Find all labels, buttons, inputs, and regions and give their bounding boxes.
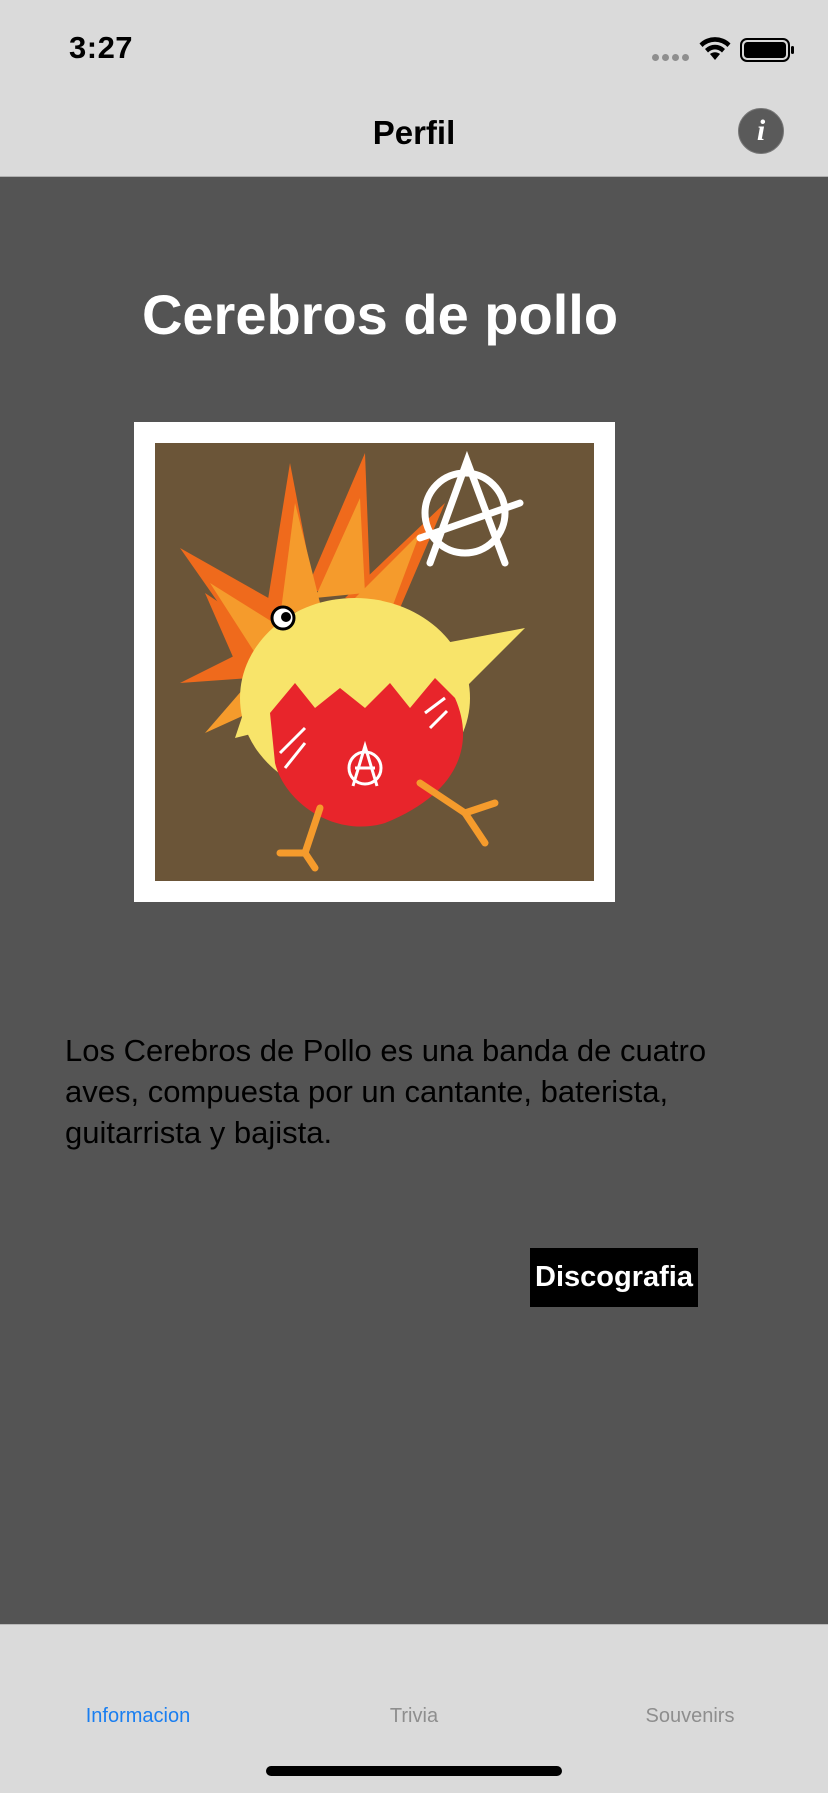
band-title: Cerebros de pollo: [141, 283, 619, 346]
band-logo-image: [134, 422, 615, 902]
status-bar: 3:27: [0, 0, 828, 88]
tab-informacion[interactable]: Informacion: [0, 1705, 276, 1728]
info-icon: i: [756, 114, 766, 147]
tab-souvenirs[interactable]: Souvenirs: [552, 1705, 828, 1728]
battery-icon: [740, 38, 794, 62]
chick-illustration: [155, 443, 594, 881]
navigation-bar: Perfil i: [0, 88, 828, 177]
status-time: 3:27: [69, 30, 134, 65]
discografia-button[interactable]: Discografia: [530, 1248, 698, 1307]
band-description: Los Cerebros de Pollo es una banda de cu…: [65, 1033, 707, 1150]
wifi-icon: [699, 37, 731, 60]
info-button[interactable]: i: [738, 108, 784, 154]
tab-trivia[interactable]: Trivia: [276, 1705, 552, 1728]
cellular-signal-icon: [652, 54, 689, 61]
home-indicator: [266, 1766, 562, 1776]
nav-title: Perfil: [372, 114, 456, 151]
